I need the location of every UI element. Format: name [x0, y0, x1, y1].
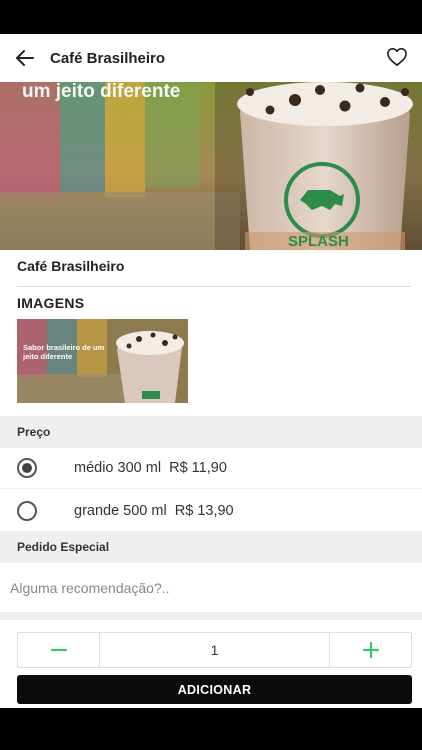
arrow-left-icon [16, 50, 34, 66]
special-request-input[interactable] [0, 564, 422, 612]
price-option-medium[interactable]: médio 300 ml R$ 11,90 [0, 448, 422, 489]
images-heading: IMAGENS [17, 295, 85, 311]
price-option-large[interactable]: grande 500 ml R$ 13,90 [0, 490, 422, 531]
price-option-price: R$ 11,90 [169, 460, 227, 476]
radio-unselected-icon[interactable] [17, 500, 37, 521]
section-separator [0, 612, 422, 620]
back-button[interactable] [0, 34, 50, 82]
heart-outline-icon [387, 48, 407, 66]
favorite-button[interactable] [384, 44, 410, 70]
plus-icon [362, 642, 379, 658]
hero-image: um jeito diferente SPLASH [0, 82, 422, 250]
page-title: Café Brasilheiro [50, 49, 166, 67]
hero-overlay-text: um jeito diferente [22, 82, 180, 102]
product-name: Café Brasilheiro [17, 258, 125, 274]
price-option-size: médio 300 ml R$ 11,90 [74, 460, 227, 476]
status-bar [0, 0, 422, 34]
thumbnail-caption: Sabor brasileiro de um jeito diferente [23, 343, 105, 361]
quantity-value: 1 [210, 642, 219, 658]
app-bar: Café Brasilheiro [0, 34, 422, 82]
divider [17, 286, 412, 287]
price-section-header: Preço [0, 416, 422, 448]
product-thumbnail[interactable]: Sabor brasileiro de um jeito diferente [17, 319, 188, 403]
special-request-header: Pedido Especial [0, 531, 422, 563]
decrease-quantity-button[interactable] [18, 633, 100, 667]
increase-quantity-button[interactable] [329, 633, 411, 667]
quantity-stepper: 1 [17, 632, 412, 668]
radio-selected-icon[interactable] [17, 458, 37, 478]
price-option-price: R$ 13,90 [174, 502, 234, 519]
system-navigation-bar [0, 708, 422, 750]
product-screen: Café Brasilheiro um jeito diferente SPLA… [0, 34, 422, 708]
minus-icon [50, 648, 67, 652]
hero-cup-logo-text: SPLASH [288, 233, 349, 250]
price-option-size: grande 500 ml R$ 13,90 [74, 502, 234, 519]
add-to-cart-button[interactable]: ADICIONAR [17, 675, 412, 704]
